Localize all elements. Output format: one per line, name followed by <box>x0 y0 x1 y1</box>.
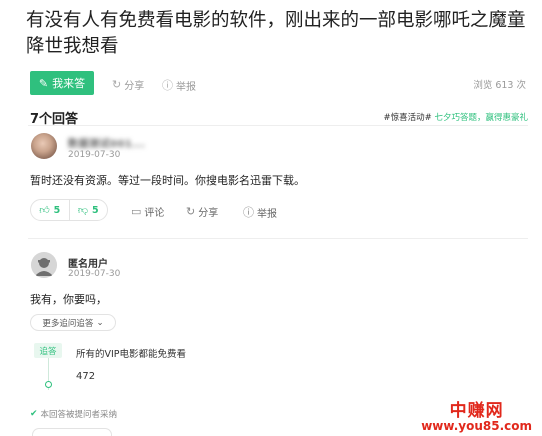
anonymous-user-icon <box>31 252 57 278</box>
comment-label: 评论 <box>144 208 165 219</box>
thumbs-up-icon: 👍︎ <box>39 205 50 216</box>
divider <box>28 238 528 239</box>
report-icon: ⓘ <box>243 206 254 219</box>
adopted-label: 本回答被提问者采纳 <box>40 410 118 420</box>
username: 匿名用户 <box>68 259 108 270</box>
report-link[interactable]: ⓘ 举报 <box>162 77 196 93</box>
followup-answer: 472 <box>76 371 96 382</box>
promo-banner[interactable]: #惊喜活动# 七夕巧答题，赢得惠豪礼 <box>384 111 528 123</box>
answer-text: 我有，你要吗， <box>30 293 107 306</box>
adopted-badge: ✔ 本回答被提问者采纳 <box>30 408 117 420</box>
chevron-down-icon: ⌄ <box>96 317 104 328</box>
pencil-icon: ✎ <box>38 76 49 90</box>
followup-text: 所有的VIP电影都能免费看 <box>76 349 187 360</box>
downvote-button[interactable]: 👎︎ 5 <box>68 200 108 220</box>
answer-date: 2019-07-30 <box>68 150 121 160</box>
thumbs-down-icon: 👎︎ <box>77 205 89 216</box>
vote-group: 👍︎ 5 👎︎ 5 <box>30 199 108 221</box>
more-followups-label: 更多追问追答 <box>42 318 94 329</box>
avatar-anonymous <box>31 252 57 278</box>
downvote-count: 5 <box>92 204 99 216</box>
thread-dot <box>45 381 52 388</box>
avatar[interactable] <box>31 133 57 159</box>
answer-button-label: 我来答 <box>52 77 86 90</box>
shield-check-icon: ✔ <box>30 409 38 419</box>
upvote-button[interactable]: 👍︎ 5 <box>31 200 69 220</box>
divider <box>28 125 528 126</box>
watermark-title: 中赚网 <box>449 401 504 421</box>
share-link[interactable]: ↻ 分享 <box>112 77 144 92</box>
watermark-url: www.you85.com <box>421 419 532 433</box>
report-label: 举报 <box>176 81 196 93</box>
answer-text: 暂时还没有资源。等过一段时间。你搜电影名迅雷下载。 <box>30 174 305 187</box>
answer-date: 2019-07-30 <box>68 269 121 279</box>
promo-prefix: #惊喜活动# <box>383 113 432 123</box>
answer-share-label: 分享 <box>198 208 219 219</box>
site-watermark: 中赚网 www.you85.com <box>421 396 532 433</box>
share-label: 分享 <box>124 81 145 92</box>
comment-button[interactable]: ▭ 评论 <box>131 204 164 219</box>
comment-icon: ▭ <box>131 205 142 218</box>
reply-tag: 追答 <box>34 343 62 358</box>
username[interactable]: 数据测试001... <box>68 135 145 150</box>
question-title: 有没有人有免费看电影的软件，刚出来的一部电影哪吒之魔童降世我想看 <box>26 10 526 57</box>
answer-button[interactable]: ✎ 我来答 <box>30 71 94 95</box>
share-icon: ↻ <box>112 78 122 91</box>
report-icon: ⓘ <box>162 79 173 92</box>
more-followups-button[interactable]: 更多追问追答 ⌄ <box>30 314 116 331</box>
answer-report-label: 举报 <box>257 208 277 220</box>
answer-report-button[interactable]: ⓘ 举报 <box>243 204 277 220</box>
partial-button[interactable] <box>32 428 112 436</box>
view-count: 浏览 613 次 <box>473 80 526 91</box>
upvote-count: 5 <box>53 204 61 216</box>
answer-share-button[interactable]: ↻ 分享 <box>186 204 218 219</box>
promo-link[interactable]: 七夕巧答题，赢得惠豪礼 <box>434 113 528 123</box>
share-icon: ↻ <box>186 205 196 218</box>
